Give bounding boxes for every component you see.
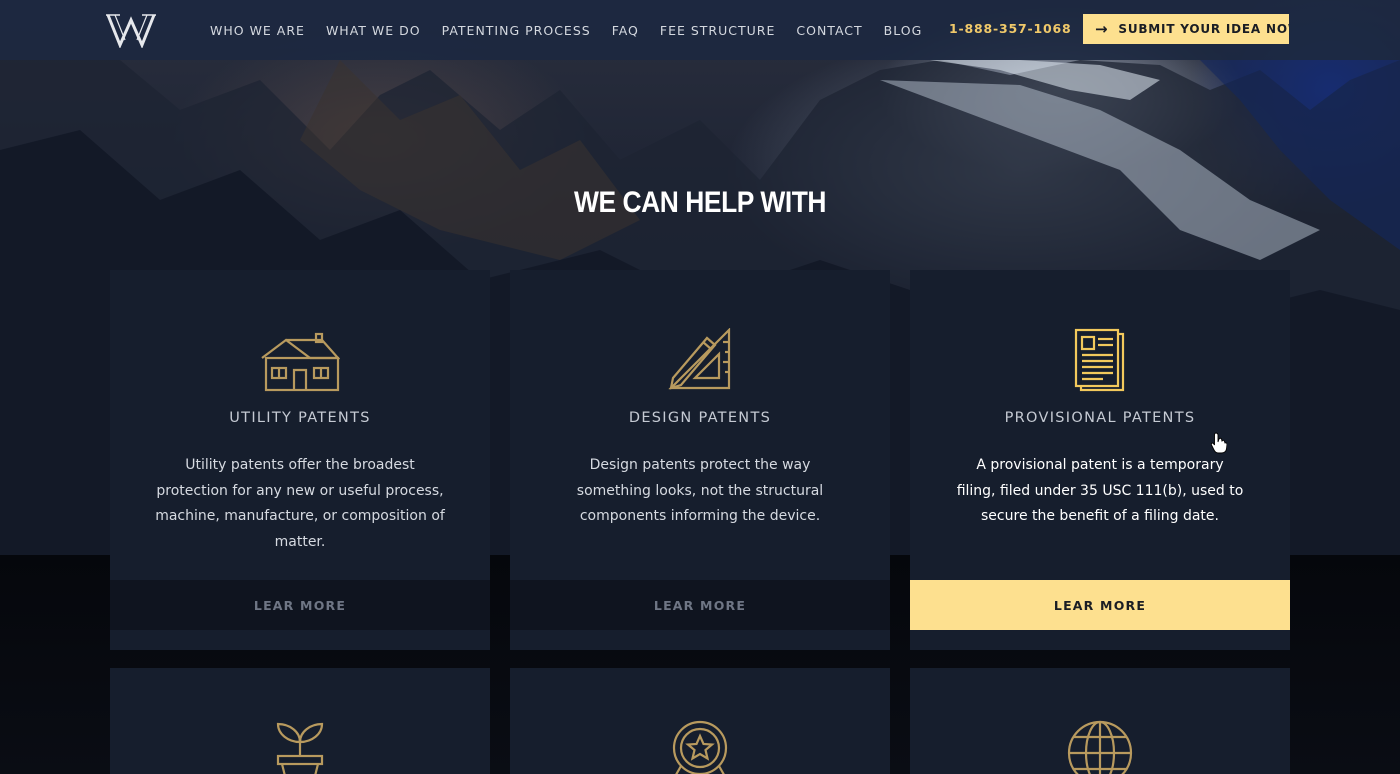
card-title: UTILITY PATENTS	[229, 410, 371, 426]
pencil-ruler-icon	[668, 328, 731, 390]
card-utility-patents: UTILITY PATENTS Utility patents offer th…	[110, 270, 490, 650]
award-star-icon	[672, 720, 728, 774]
nav-what-we-do[interactable]: WHAT WE DO	[326, 23, 421, 38]
learn-more-button[interactable]: LEAR MORE	[110, 580, 490, 630]
submit-idea-label: SUBMIT YOUR IDEA NOW	[1118, 22, 1289, 36]
nav-contact[interactable]: CONTACT	[796, 23, 862, 38]
plant-icon	[276, 722, 324, 774]
nav-blog[interactable]: BLOG	[884, 23, 923, 38]
site-header: WHO WE ARE WHAT WE DO PATENTING PROCESS …	[0, 0, 1400, 60]
logo-w-icon	[106, 14, 156, 49]
card-design-patents: DESIGN PATENTS Design patents protect th…	[510, 270, 890, 650]
card-description: Utility patents offer the broadest prote…	[155, 457, 445, 551]
card-description: Design patents protect the way something…	[576, 457, 824, 525]
hand-cursor-icon	[1211, 432, 1227, 454]
nav-patenting-process[interactable]: PATENTING PROCESS	[442, 23, 591, 38]
house-icon	[261, 332, 340, 392]
card-international-patents	[910, 668, 1290, 774]
main-nav: WHO WE ARE WHAT WE DO PATENTING PROCESS …	[210, 0, 922, 60]
card-title: PROVISIONAL PATENTS	[1004, 410, 1196, 426]
learn-more-button[interactable]: LEAR MORE	[510, 580, 890, 630]
card-trademarks	[510, 668, 890, 774]
logo[interactable]	[106, 12, 156, 49]
section-title: WE CAN HELP WITH	[573, 186, 827, 219]
nav-faq[interactable]: FAQ	[612, 23, 639, 38]
nav-who-we-are[interactable]: WHO WE ARE	[210, 23, 305, 38]
card-title: DESIGN PATENTS	[628, 410, 772, 426]
phone-number-link[interactable]: 1-888-357-1068	[949, 21, 1071, 36]
learn-more-button[interactable]: LEAR MORE	[910, 580, 1290, 630]
globe-icon	[1067, 720, 1133, 774]
card-provisional-patents: PROVISIONAL PATENTS A provisional patent…	[910, 270, 1290, 650]
card-description: A provisional patent is a temporary fili…	[956, 457, 1244, 525]
arrow-right-icon: →	[1095, 19, 1109, 38]
nav-fee-structure[interactable]: FEE STRUCTURE	[660, 23, 775, 38]
submit-idea-button[interactable]: → SUBMIT YOUR IDEA NOW	[1083, 14, 1289, 44]
document-icon	[1074, 328, 1125, 392]
card-plant-patents	[110, 668, 490, 774]
